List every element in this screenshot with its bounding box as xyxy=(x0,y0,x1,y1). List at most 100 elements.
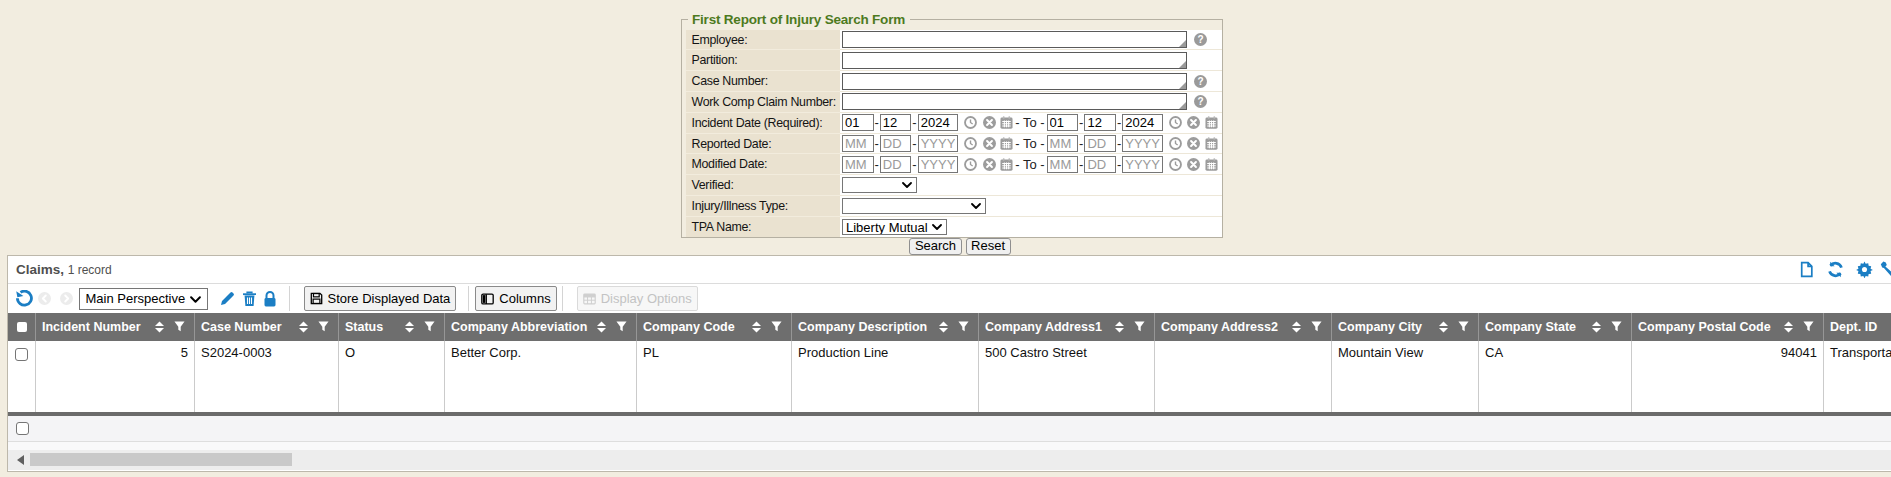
calendar-icon[interactable] xyxy=(1205,137,1218,150)
wrench-icon[interactable] xyxy=(1880,261,1891,278)
cell-case_number[interactable]: S2024-0003 xyxy=(195,341,339,413)
column-header-company_description[interactable]: Company Description xyxy=(792,313,979,341)
verified-select[interactable] xyxy=(842,177,917,193)
reported_date-from-day-input[interactable] xyxy=(880,135,912,152)
modified_date-from-year-input[interactable] xyxy=(918,156,959,173)
column-header-company_postal_code[interactable]: Company Postal Code xyxy=(1632,313,1824,341)
cell-status[interactable]: O xyxy=(339,341,445,413)
column-header-case_number[interactable]: Case Number xyxy=(195,313,339,341)
reported_date-to-year-input[interactable] xyxy=(1122,135,1163,152)
sort-icon[interactable] xyxy=(596,321,607,333)
filter-icon[interactable] xyxy=(1803,321,1814,332)
incident_date-to-year-input[interactable] xyxy=(1122,114,1163,131)
sort-icon[interactable] xyxy=(1291,321,1302,333)
modified_date-from-month-input[interactable] xyxy=(842,156,874,173)
row-checkbox[interactable] xyxy=(15,348,28,361)
time-clock-icon[interactable] xyxy=(964,137,977,150)
filter-icon[interactable] xyxy=(616,321,627,332)
filter-icon[interactable] xyxy=(174,321,185,332)
calendar-icon[interactable] xyxy=(1000,158,1013,171)
column-header-dept_id[interactable]: Dept. ID xyxy=(1824,313,1891,341)
case-number-input[interactable] xyxy=(842,73,1187,90)
filter-icon[interactable] xyxy=(958,321,969,332)
perspective-select[interactable]: Main Perspective xyxy=(79,288,208,310)
sort-icon[interactable] xyxy=(404,321,415,333)
cell-company_state[interactable]: CA xyxy=(1479,341,1632,413)
filter-icon[interactable] xyxy=(1311,321,1322,332)
cell-company_address1[interactable]: 500 Castro Street xyxy=(979,341,1155,413)
filter-icon[interactable] xyxy=(1611,321,1622,332)
refresh-icon[interactable] xyxy=(1827,261,1844,278)
clear-date-icon[interactable] xyxy=(1187,158,1200,171)
clear-date-icon[interactable] xyxy=(983,137,996,150)
incident_date-from-year-input[interactable] xyxy=(918,114,959,131)
column-header-status[interactable]: Status xyxy=(339,313,445,341)
gear-icon[interactable] xyxy=(1856,261,1873,278)
incident_date-to-month-input[interactable] xyxy=(1047,114,1079,131)
column-header-company_city[interactable]: Company City xyxy=(1332,313,1479,341)
help-icon[interactable]: ? xyxy=(1194,33,1207,46)
cell-company_description[interactable]: Production Line xyxy=(792,341,979,413)
store-displayed-data-button[interactable]: Store Displayed Data xyxy=(304,286,457,311)
sort-icon[interactable] xyxy=(298,321,309,333)
cell-company_code[interactable]: PL xyxy=(637,341,792,413)
time-clock-icon[interactable] xyxy=(1169,158,1182,171)
undo-icon[interactable] xyxy=(15,290,33,308)
partition-input[interactable] xyxy=(842,52,1187,69)
column-header-company_state[interactable]: Company State xyxy=(1479,313,1632,341)
cell-dept_id[interactable]: Transportation xyxy=(1824,341,1891,413)
column-header-incident_number[interactable]: Incident Number xyxy=(36,313,195,341)
edit-pencil-icon[interactable] xyxy=(219,291,235,307)
delete-trash-icon[interactable] xyxy=(242,291,257,307)
cell-company_address2[interactable] xyxy=(1155,341,1332,413)
incident_date-to-day-input[interactable] xyxy=(1084,114,1116,131)
time-clock-icon[interactable] xyxy=(1169,137,1182,150)
tpa-name-select[interactable]: Liberty Mutual xyxy=(842,219,947,235)
filter-icon[interactable] xyxy=(1458,321,1469,332)
modified_date-to-year-input[interactable] xyxy=(1122,156,1163,173)
sort-icon[interactable] xyxy=(1438,321,1449,333)
sort-icon[interactable] xyxy=(1591,321,1602,333)
footer-checkbox[interactable] xyxy=(16,422,29,435)
reported_date-to-day-input[interactable] xyxy=(1084,135,1116,152)
sort-icon[interactable] xyxy=(938,321,949,333)
calendar-icon[interactable] xyxy=(1000,137,1013,150)
calendar-icon[interactable] xyxy=(1205,116,1218,129)
grid-data-row[interactable]: 5S2024-0003OBetter Corp.PLProduction Lin… xyxy=(8,341,1891,413)
help-icon[interactable]: ? xyxy=(1194,95,1207,108)
incident_date-from-day-input[interactable] xyxy=(880,114,912,131)
modified_date-to-day-input[interactable] xyxy=(1084,156,1116,173)
select-all-checkbox[interactable] xyxy=(17,322,27,332)
search-button[interactable]: Search xyxy=(909,238,961,255)
sort-icon[interactable] xyxy=(751,321,762,333)
modified_date-to-month-input[interactable] xyxy=(1047,156,1079,173)
filter-icon[interactable] xyxy=(424,321,435,332)
filter-icon[interactable] xyxy=(1134,321,1145,332)
help-icon[interactable]: ? xyxy=(1194,75,1207,88)
sort-icon[interactable] xyxy=(1114,321,1125,333)
reported_date-from-year-input[interactable] xyxy=(918,135,959,152)
scroll-left-arrow[interactable] xyxy=(17,455,24,465)
sort-icon[interactable] xyxy=(154,321,165,333)
scrollbar-thumb[interactable] xyxy=(30,453,292,467)
calendar-icon[interactable] xyxy=(1000,116,1013,129)
reported_date-to-month-input[interactable] xyxy=(1047,135,1079,152)
cell-company_city[interactable]: Mountain View xyxy=(1332,341,1479,413)
clear-date-icon[interactable] xyxy=(983,158,996,171)
column-header-company_code[interactable]: Company Code xyxy=(637,313,792,341)
work-comp-claim-number-input[interactable] xyxy=(842,93,1187,110)
sort-icon[interactable] xyxy=(1783,321,1794,333)
time-clock-icon[interactable] xyxy=(964,158,977,171)
clear-date-icon[interactable] xyxy=(983,116,996,129)
time-clock-icon[interactable] xyxy=(964,116,977,129)
column-header-company_address2[interactable]: Company Address2 xyxy=(1155,313,1332,341)
clear-date-icon[interactable] xyxy=(1187,116,1200,129)
column-header-company_address1[interactable]: Company Address1 xyxy=(979,313,1155,341)
filter-icon[interactable] xyxy=(771,321,782,332)
modified_date-from-day-input[interactable] xyxy=(880,156,912,173)
incident_date-from-month-input[interactable] xyxy=(842,114,874,131)
reported_date-from-month-input[interactable] xyxy=(842,135,874,152)
calendar-icon[interactable] xyxy=(1205,158,1218,171)
employee-input[interactable] xyxy=(842,31,1187,48)
new-document-icon[interactable] xyxy=(1798,261,1815,278)
